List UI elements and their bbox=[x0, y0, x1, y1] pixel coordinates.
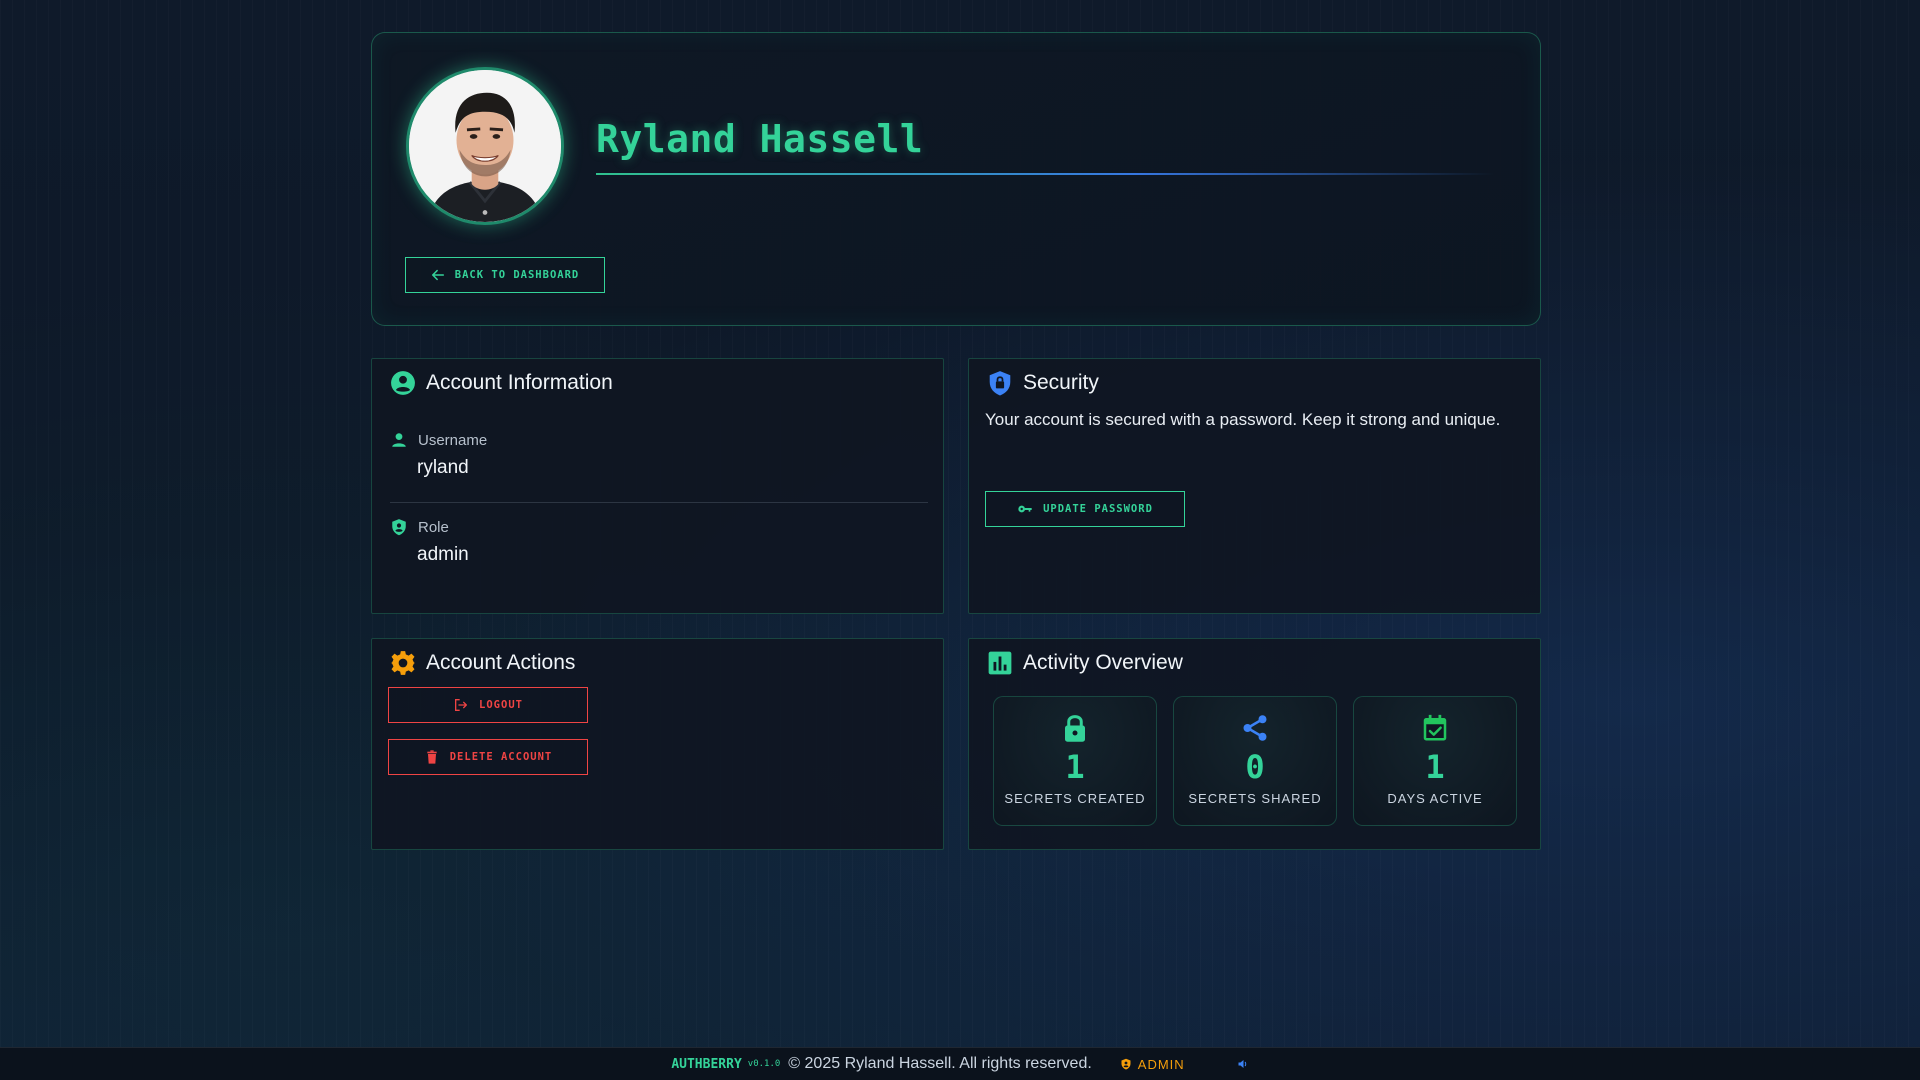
lock-icon bbox=[1065, 715, 1085, 742]
logout-icon bbox=[455, 699, 468, 711]
username-label: Username bbox=[418, 431, 488, 449]
footer: AUTHBERRY v0.1.0 © 2025 Ryland Hassell. … bbox=[0, 1047, 1920, 1080]
stat-secrets-created: 1 SECRETS CREATED bbox=[993, 696, 1157, 826]
share-icon bbox=[1243, 715, 1267, 741]
footer-brand: AUTHBERRY bbox=[671, 1056, 742, 1072]
security-heading: Security bbox=[987, 370, 1099, 396]
logout-label: LOGOUT bbox=[479, 699, 523, 711]
footer-role-badge: ADMIN bbox=[1120, 1057, 1185, 1072]
username-label-row: Username bbox=[390, 431, 928, 449]
trash-icon bbox=[427, 750, 437, 764]
arrow-left-icon bbox=[431, 269, 444, 281]
activity-overview-heading: Activity Overview bbox=[987, 650, 1183, 676]
role-label: Role bbox=[418, 518, 449, 536]
role-label-row: Role bbox=[390, 518, 928, 536]
back-to-dashboard-button[interactable]: BACK TO DASHBOARD bbox=[405, 257, 605, 293]
back-to-dashboard-label: BACK TO DASHBOARD bbox=[454, 269, 580, 281]
avatar bbox=[406, 67, 564, 225]
account-actions-panel: Account Actions LOGOUT DELETE ACCOUNT bbox=[371, 638, 944, 850]
role-field: Role admin bbox=[390, 518, 928, 566]
security-title: Security bbox=[1023, 371, 1099, 394]
calendar-check-icon bbox=[1423, 714, 1447, 741]
key-icon bbox=[1018, 505, 1032, 513]
gear-icon bbox=[391, 651, 415, 675]
footer-role-label: ADMIN bbox=[1137, 1056, 1185, 1072]
user-circle-icon bbox=[391, 371, 415, 395]
delete-account-button[interactable]: DELETE ACCOUNT bbox=[388, 739, 588, 775]
account-actions-heading: Account Actions bbox=[390, 650, 575, 676]
activity-overview-panel: Activity Overview 1 SECRETS CREATED 0 SE… bbox=[968, 638, 1541, 850]
update-password-label: UPDATE PASSWORD bbox=[1043, 503, 1153, 515]
username-value: ryland bbox=[417, 457, 469, 478]
footer-version: v0.1.0 bbox=[747, 1059, 781, 1069]
account-information-heading: Account Information bbox=[390, 370, 613, 396]
stat-secrets-shared: 0 SECRETS SHARED bbox=[1173, 696, 1337, 826]
role-value: admin bbox=[417, 544, 469, 565]
sound-toggle[interactable] bbox=[1237, 1058, 1249, 1070]
logout-button[interactable]: LOGOUT bbox=[388, 687, 588, 723]
security-panel: Security Your account is secured with a … bbox=[968, 358, 1541, 614]
secrets-created-value: 1 bbox=[1065, 748, 1085, 786]
profile-card: Ryland Hassell BACK TO DASHBOARD bbox=[371, 32, 1541, 326]
delete-account-label: DELETE ACCOUNT bbox=[449, 751, 553, 763]
bar-chart-icon bbox=[988, 651, 1012, 675]
avatar-image bbox=[409, 70, 561, 222]
field-divider bbox=[390, 502, 928, 503]
account-information-title: Account Information bbox=[426, 371, 613, 394]
shield-user-icon bbox=[1121, 1058, 1131, 1070]
profile-name: Ryland Hassell bbox=[596, 117, 924, 161]
days-active-value: 1 bbox=[1425, 748, 1445, 786]
secrets-created-label: SECRETS CREATED bbox=[1004, 791, 1146, 806]
username-field: Username ryland bbox=[390, 431, 928, 479]
account-actions-title: Account Actions bbox=[426, 651, 576, 674]
days-active-label: DAYS ACTIVE bbox=[1387, 791, 1483, 806]
shield-user-icon bbox=[392, 519, 406, 536]
secrets-shared-label: SECRETS SHARED bbox=[1188, 791, 1322, 806]
stat-days-active: 1 DAYS ACTIVE bbox=[1353, 696, 1517, 826]
account-information-panel: Account Information Username ryland Role… bbox=[371, 358, 944, 614]
update-password-button[interactable]: UPDATE PASSWORD bbox=[985, 491, 1185, 527]
name-underline bbox=[596, 173, 1494, 175]
activity-overview-title: Activity Overview bbox=[1023, 651, 1183, 674]
security-description: Your account is secured with a password.… bbox=[985, 410, 1501, 429]
user-icon bbox=[392, 433, 406, 447]
secrets-shared-value: 0 bbox=[1245, 748, 1265, 786]
shield-lock-icon bbox=[989, 371, 1011, 396]
footer-copyright: © 2025 Ryland Hassell. All rights reserv… bbox=[788, 1055, 1092, 1072]
speaker-icon bbox=[1238, 1060, 1246, 1068]
